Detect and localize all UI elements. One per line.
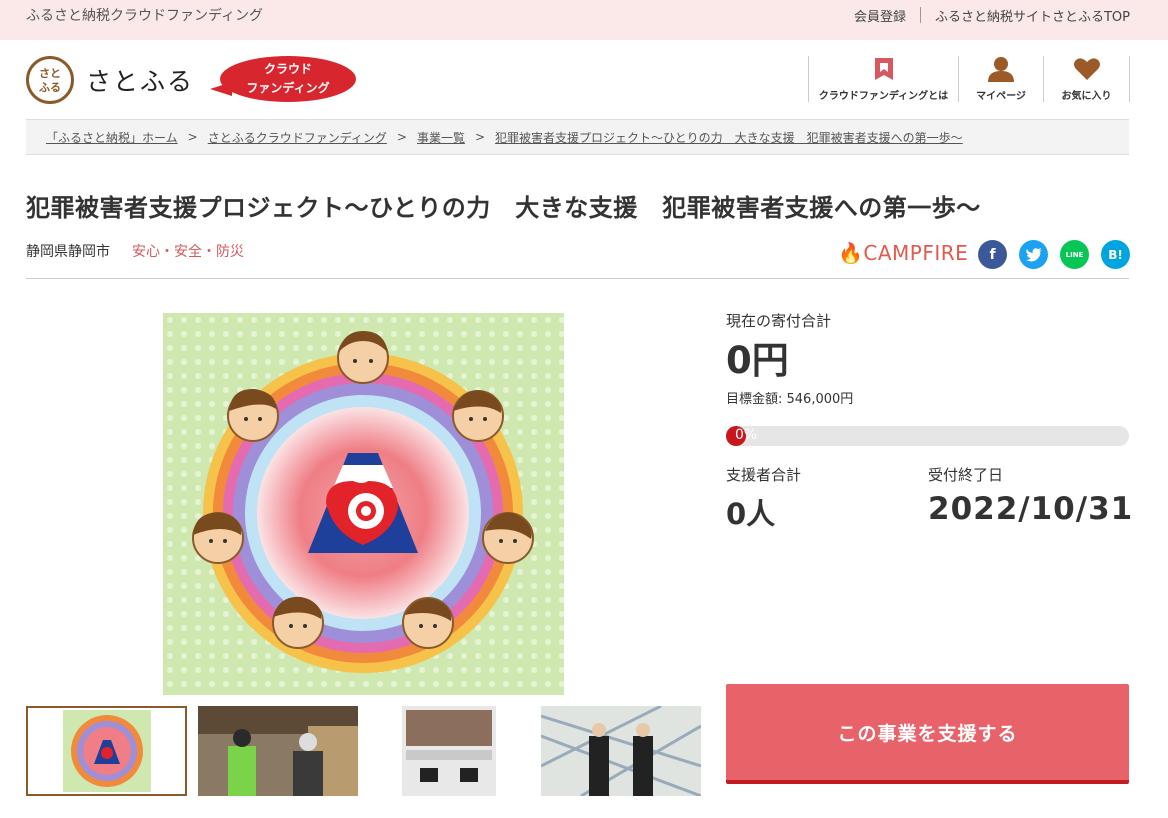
nav-favorites[interactable]: お気に入り bbox=[1043, 56, 1130, 102]
backers-label: 支援者合計 bbox=[726, 466, 802, 484]
breadcrumb-current[interactable]: 犯罪被害者支援プロジェクト～ひとりの力 大きな支援 犯罪被害者支援への第一歩～ bbox=[495, 129, 963, 146]
breadcrumb-project-list[interactable]: 事業一覧 bbox=[417, 129, 465, 146]
breadcrumb-separator: > bbox=[187, 130, 198, 144]
badge-line2: ファンディング bbox=[246, 81, 330, 95]
svg-text:さと: さと bbox=[39, 67, 61, 80]
nav-mypage[interactable]: マイページ bbox=[958, 56, 1043, 102]
campfire-logo[interactable]: 🔥CAMPFIRE bbox=[838, 241, 968, 265]
project-location[interactable]: 静岡県静岡市 bbox=[26, 241, 110, 261]
top-bar: ふるさと納税クラウドファンディング 会員登録 ふるさと納税サイトさとふるTOP bbox=[0, 0, 1168, 40]
deadline-value: 2022/10/31 bbox=[928, 491, 1134, 527]
header-nav: クラウドファンディングとは マイページ お気に入り bbox=[808, 56, 1130, 102]
site-name: ふるさと納税クラウドファンディング bbox=[26, 8, 264, 24]
crowdfunding-badge[interactable]: クラウド ファンディング bbox=[210, 56, 356, 104]
flame-icon: 🔥 bbox=[838, 241, 864, 265]
progress-percent: 0% bbox=[735, 427, 758, 443]
badge-line1: クラウド bbox=[263, 62, 312, 76]
thumbnail-2[interactable] bbox=[198, 706, 358, 796]
funding-progress-bar: 0% bbox=[726, 426, 1129, 446]
book-icon bbox=[873, 56, 895, 82]
twitter-icon[interactable] bbox=[1019, 240, 1048, 269]
deadline-label: 受付終了日 bbox=[928, 466, 1004, 484]
page-title: 犯罪被害者支援プロジェクト～ひとりの力 大きな支援 犯罪被害者支援への第一歩～ bbox=[26, 194, 981, 222]
share-buttons: f LINE B! bbox=[978, 240, 1142, 269]
project-main-image[interactable] bbox=[163, 313, 564, 695]
breadcrumb-crowdfunding[interactable]: さとふるクラウドファンディング bbox=[208, 129, 387, 146]
breadcrumb-separator: > bbox=[396, 130, 407, 144]
breadcrumb-separator: > bbox=[474, 130, 486, 144]
register-link[interactable]: 会員登録 bbox=[854, 6, 906, 25]
goal-label: 目標金額: bbox=[726, 392, 787, 407]
logo-emblem-icon: さと ふる bbox=[39, 67, 61, 94]
thumbnail-3[interactable] bbox=[370, 706, 530, 796]
goal-amount: 目標金額: 546,000円 bbox=[726, 388, 853, 407]
support-project-button[interactable]: この事業を支援する bbox=[726, 684, 1129, 784]
total-donation-value: 0円 bbox=[726, 339, 789, 382]
thumbnail-4[interactable] bbox=[541, 706, 701, 796]
logo-mark: さと ふる bbox=[26, 56, 74, 104]
site-logo[interactable]: さと ふる さとふる bbox=[26, 56, 194, 104]
heart-icon bbox=[1073, 56, 1101, 82]
logo-text: さとふる bbox=[86, 67, 195, 96]
top-links: 会員登録 ふるさと納税サイトさとふるTOP bbox=[854, 6, 1130, 25]
goal-value: 546,000円 bbox=[786, 392, 854, 407]
project-illustration bbox=[163, 313, 564, 695]
facebook-icon[interactable]: f bbox=[978, 240, 1007, 269]
link-separator bbox=[919, 7, 921, 23]
backers-value: 0人 bbox=[726, 497, 776, 531]
satofull-top-link[interactable]: ふるさと納税サイトさとふるTOP bbox=[935, 6, 1130, 25]
nav-about-crowdfunding[interactable]: クラウドファンディングとは bbox=[808, 56, 958, 102]
breadcrumb-home[interactable]: 「ふるさと納税」ホーム bbox=[46, 129, 178, 146]
breadcrumb: 「ふるさと納税」ホーム > さとふるクラウドファンディング > 事業一覧 > 犯… bbox=[26, 119, 1129, 155]
project-category[interactable]: 安心・安全・防災 bbox=[132, 241, 244, 261]
title-divider bbox=[26, 278, 1129, 279]
hatena-bookmark-icon[interactable]: B! bbox=[1101, 240, 1130, 269]
line-icon[interactable]: LINE bbox=[1060, 240, 1089, 269]
svg-text:ふる: ふる bbox=[39, 81, 61, 94]
total-donation-label: 現在の寄付合計 bbox=[726, 312, 832, 330]
user-icon bbox=[987, 56, 1015, 82]
project-meta: 静岡県静岡市 安心・安全・防災 bbox=[26, 241, 244, 261]
thumbnail-1[interactable] bbox=[26, 706, 187, 796]
